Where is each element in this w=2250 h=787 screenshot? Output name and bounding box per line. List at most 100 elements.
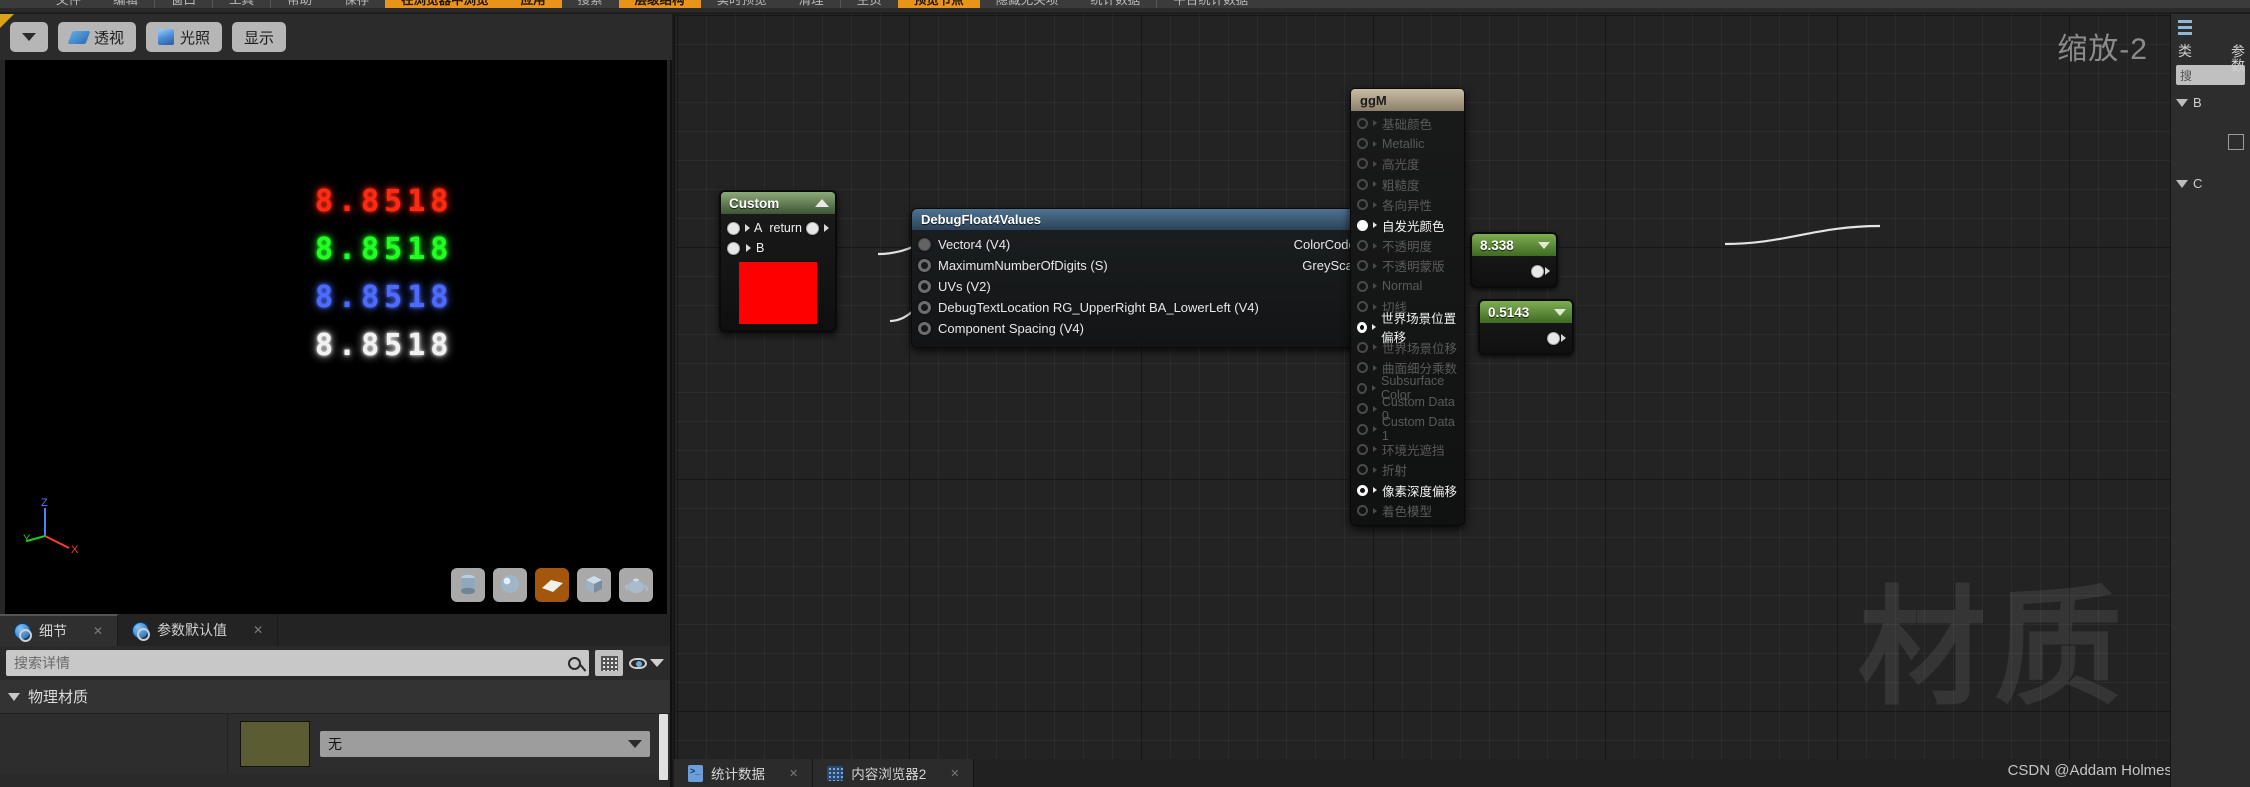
shape-cube-button[interactable] (577, 568, 611, 602)
node-material-header[interactable]: ggM (1351, 89, 1464, 111)
tab-statistics-close-icon[interactable]: ✕ (789, 767, 798, 780)
palette-group-0[interactable]: B (2176, 95, 2245, 110)
mat-pin-wpo[interactable]: 世界场景位置偏移 (1351, 312, 1464, 345)
node-custom-header[interactable]: Custom (721, 192, 835, 214)
input-pin-maxdigits[interactable] (918, 259, 931, 272)
node-constant-1[interactable]: 8.338 (1470, 232, 1558, 288)
mat-pin-normal[interactable]: Normal (1351, 276, 1464, 296)
pin-icon (1357, 362, 1368, 374)
node-constant-1-output-row (1472, 256, 1556, 286)
physical-material-select[interactable]: 无 (320, 731, 650, 757)
lighting-button[interactable]: 光照 (146, 22, 223, 52)
pin-arrow-icon (1373, 201, 1377, 208)
unreal-material-editor-window: 文件 编辑 窗口 工具 帮助 保存 在浏览器中浏览 应用 搜索 层级结构 实时预… (0, 0, 2250, 787)
shape-sphere-button[interactable] (493, 568, 527, 602)
mat-pin-roughness[interactable]: 粗糙度 (1351, 174, 1464, 194)
triangle-up-icon[interactable] (815, 199, 829, 207)
node-material-output[interactable]: ggM 基础颜色 Metallic 高光度 粗糙度 各向异性 自发光颜色 不透明… (1350, 88, 1465, 526)
node-constant-2[interactable]: 0.5143 (1478, 299, 1574, 355)
mat-pin-custom-data-1[interactable]: Custom Data 1 (1351, 415, 1464, 443)
pin-icon (1357, 158, 1368, 170)
column-view-button[interactable] (595, 650, 623, 676)
shape-teapot-button[interactable] (619, 568, 653, 602)
viewport-toolbar: 透视 光照 显示 (0, 14, 672, 60)
svg-text:X: X (71, 544, 79, 556)
search-details-input[interactable]: 搜索详情 (6, 650, 589, 676)
tab-content-browser-2[interactable]: 内容浏览器2 ✕ (813, 759, 975, 787)
tab-parameter-defaults[interactable]: 参数默认值 ✕ (118, 614, 279, 646)
mat-pin-shading-model[interactable]: 着色模型 (1351, 500, 1464, 520)
output-pin[interactable] (1531, 264, 1544, 278)
palette-search-placeholder: 搜 (2180, 69, 2193, 83)
input-pin-vector4[interactable] (918, 238, 931, 251)
mat-label: 世界场景位移 (1382, 341, 1458, 356)
property-row: 无 (0, 714, 670, 774)
palette-group-1[interactable]: C (2176, 176, 2245, 191)
shape-plane-button[interactable] (535, 568, 569, 602)
property-name-cell (0, 714, 228, 774)
debug-value-red: 8.8518 (315, 184, 454, 219)
mat-pin-pdo[interactable]: 像素深度偏移 (1351, 480, 1464, 500)
mat-pin-anisotropy[interactable]: 各向异性 (1351, 195, 1464, 215)
pin-icon (1357, 423, 1368, 435)
node-material-body: 基础颜色 Metallic 高光度 粗糙度 各向异性 自发光颜色 不透明度 不透… (1351, 111, 1464, 525)
node-custom-body: A return B (721, 214, 835, 324)
material-node-graph[interactable]: 缩放-2 材质 8.338 0.5143 Custom A return B D… (674, 14, 2170, 759)
chevron-down-icon-3 (628, 740, 642, 748)
mat-label: 不透明蒙版 (1382, 260, 1445, 275)
mat-pin-wd[interactable]: 世界场景位移 (1351, 337, 1464, 357)
mat-pin-opacity[interactable]: 不透明度 (1351, 235, 1464, 255)
mat-label: 折射 (1382, 464, 1408, 479)
mat-pin-metallic[interactable]: Metallic (1351, 133, 1464, 153)
node-custom-title: Custom (729, 195, 780, 211)
chevron-down-icon[interactable] (1554, 308, 1566, 316)
viewport-panel: 透视 光照 显示 8.8518 8.8518 8.8518 8.8518 Z X… (0, 14, 672, 614)
mat-pin-refraction[interactable]: 折射 (1351, 460, 1464, 480)
visibility-filter-button[interactable] (629, 657, 664, 669)
perspective-icon (67, 30, 91, 44)
output-pin[interactable] (1547, 331, 1560, 345)
input-pin-componentspacing[interactable] (918, 322, 931, 335)
mat-label: 自发光颜色 (1382, 219, 1445, 234)
viewport-options-button[interactable] (10, 22, 48, 52)
material-thumbnail[interactable] (240, 721, 310, 767)
palette-vertical-tab[interactable]: 参数 (2228, 44, 2248, 72)
mat-pin-base-color[interactable]: 基础颜色 (1351, 113, 1464, 133)
chevron-down-icon[interactable] (1538, 241, 1550, 249)
pin-arrow-icon (1372, 405, 1377, 412)
node-constant-1-header[interactable]: 8.338 (1472, 234, 1556, 256)
palette-handle-icon[interactable] (2178, 20, 2245, 35)
mat-pin-emissive[interactable]: 自发光颜色 (1351, 215, 1464, 235)
viewport-canvas[interactable]: 8.8518 8.8518 8.8518 8.8518 Z X Y (5, 60, 667, 614)
details-scrollbar[interactable] (659, 714, 668, 780)
input-pin-b[interactable] (727, 241, 740, 255)
node-custom[interactable]: Custom A return B (719, 190, 837, 332)
mat-pin-specular[interactable]: 高光度 (1351, 154, 1464, 174)
output-pin-return[interactable] (806, 221, 819, 235)
tab-details-close-icon[interactable]: ✕ (93, 624, 103, 638)
pin-arrow-icon (1373, 140, 1377, 147)
input-pin-a[interactable] (727, 221, 740, 235)
tab-statistics[interactable]: 统计数据 ✕ (674, 759, 814, 787)
tab-parameter-defaults-close-icon[interactable]: ✕ (253, 623, 263, 637)
node-constant-2-header[interactable]: 0.5143 (1480, 301, 1572, 323)
perspective-button[interactable]: 透视 (58, 22, 137, 52)
pin-arrow-icon (1373, 283, 1377, 290)
shape-cylinder-button[interactable] (451, 568, 485, 602)
bottom-tab-bar: 统计数据 ✕ 内容浏览器2 ✕ (674, 759, 2170, 787)
pin-arrow-icon (745, 224, 750, 232)
category-physical-material[interactable]: 物理材质 (0, 680, 670, 714)
watermark-credit: CSDN @Addam Holmes (2007, 762, 2172, 779)
input-pin-uvs[interactable] (918, 280, 931, 293)
tab-content-browser-2-close-icon[interactable]: ✕ (950, 767, 959, 780)
show-button[interactable]: 显示 (232, 22, 287, 52)
pin-arrow-icon (1372, 385, 1377, 392)
node-constant-2-value: 0.5143 (1488, 304, 1530, 320)
mat-pin-opacity-mask[interactable]: 不透明蒙版 (1351, 256, 1464, 276)
tab-details[interactable]: 细节 ✕ (0, 614, 119, 646)
pin-arrow-icon (1372, 324, 1377, 331)
palette-square-icon[interactable] (2228, 134, 2244, 150)
graph-watermark: 材质 (1857, 574, 2130, 723)
node-constant-2-output-row (1480, 323, 1572, 353)
input-pin-debugtextlocation[interactable] (918, 301, 931, 314)
